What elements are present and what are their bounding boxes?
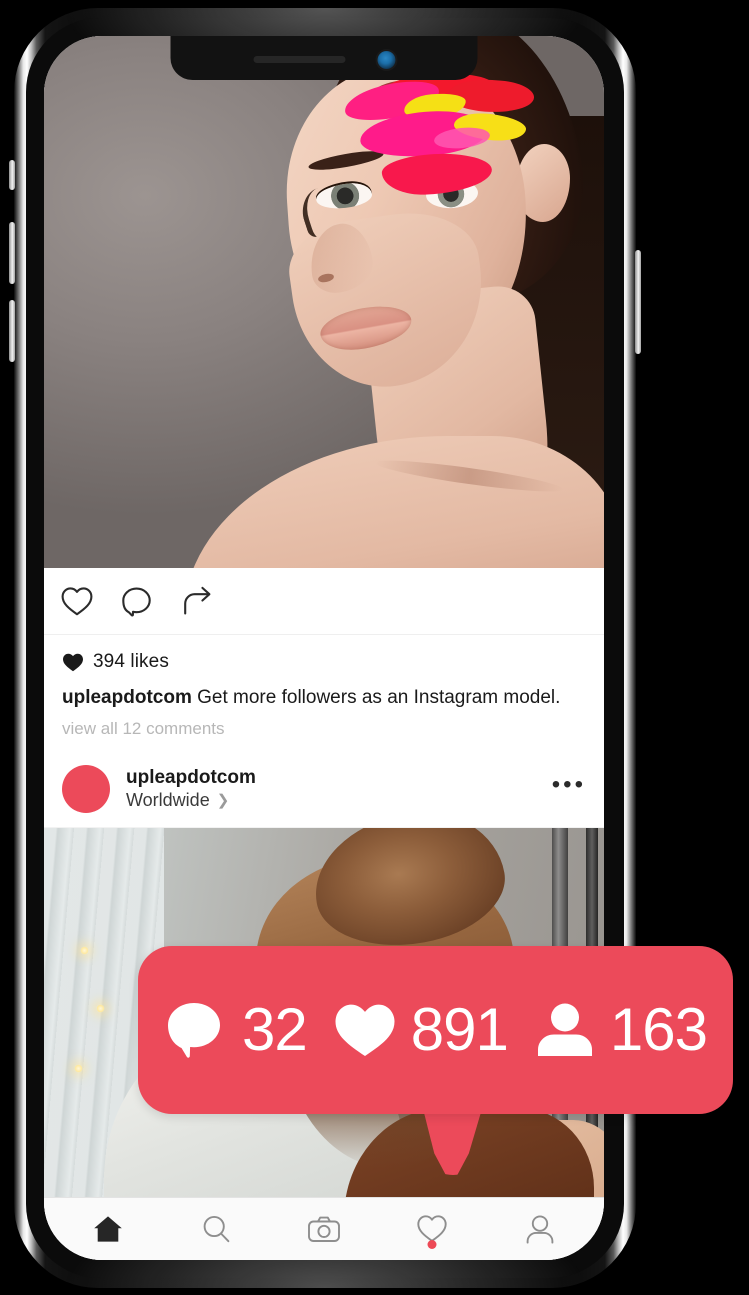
like-icon[interactable] <box>60 585 94 617</box>
heart-filled-icon <box>63 653 83 672</box>
notif-stat-followers: 163 <box>534 996 708 1063</box>
post-1-action-bar <box>44 568 604 635</box>
more-options-button[interactable]: ••• <box>552 773 586 798</box>
nav-item-camera[interactable] <box>293 1205 355 1253</box>
speaker-grille-icon <box>253 56 345 63</box>
nav-item-home[interactable] <box>77 1205 139 1253</box>
bottom-navigation-bar <box>44 1197 604 1260</box>
post-2-location-row[interactable]: Worldwide ❯ <box>126 790 552 812</box>
activity-badge-dot <box>427 1240 437 1249</box>
nav-item-search[interactable] <box>185 1205 247 1253</box>
post-1-caption: upleapdotcom Get more followers as an In… <box>62 686 586 709</box>
volume-down-button[interactable] <box>9 300 15 362</box>
search-icon <box>203 1215 230 1243</box>
chevron-right-icon: ❯ <box>216 792 230 810</box>
nav-item-profile[interactable] <box>509 1205 571 1253</box>
home-icon <box>94 1216 122 1242</box>
view-comments-link[interactable]: view all 12 comments <box>62 719 586 739</box>
likes-row: 394 likes <box>62 651 586 673</box>
heart-icon <box>335 1004 395 1056</box>
person-icon <box>537 1003 592 1056</box>
post-2-username[interactable]: upleapdotcom <box>126 767 552 789</box>
post-2-location: Worldwide <box>126 789 210 810</box>
camera-icon <box>308 1216 340 1242</box>
front-camera-icon <box>377 50 395 69</box>
post-1-caption-block: 394 likes upleapdotcom Get more follower… <box>44 635 604 752</box>
notif-stat-comments: 32 <box>164 996 308 1063</box>
share-icon[interactable] <box>180 585 214 617</box>
power-button[interactable] <box>635 250 641 354</box>
notif-stat-likes: 891 <box>333 996 509 1063</box>
likes-count: 394 likes <box>93 651 169 672</box>
caption-text: Get more followers as an Instagram model… <box>197 687 561 708</box>
notification-bubble[interactable]: 32 891 163 <box>138 946 733 1114</box>
comment-icon[interactable] <box>120 585 154 617</box>
followers-count: 163 <box>609 996 708 1063</box>
volume-up-button[interactable] <box>9 222 15 284</box>
likes-count: 891 <box>410 996 509 1063</box>
mute-switch-button[interactable] <box>9 160 15 190</box>
comments-count: 32 <box>242 996 308 1063</box>
post-1-photo[interactable] <box>44 36 604 568</box>
avatar[interactable] <box>62 765 110 814</box>
nav-item-activity[interactable] <box>401 1205 463 1253</box>
post-2-header: upleapdotcom Worldwide ❯ ••• <box>44 751 604 829</box>
comment-icon <box>168 1003 221 1058</box>
person-icon <box>526 1215 554 1244</box>
caption-username[interactable]: upleapdotcom <box>62 687 192 708</box>
post-2-meta: upleapdotcom Worldwide ❯ <box>126 767 552 811</box>
phone-notch <box>170 36 478 80</box>
